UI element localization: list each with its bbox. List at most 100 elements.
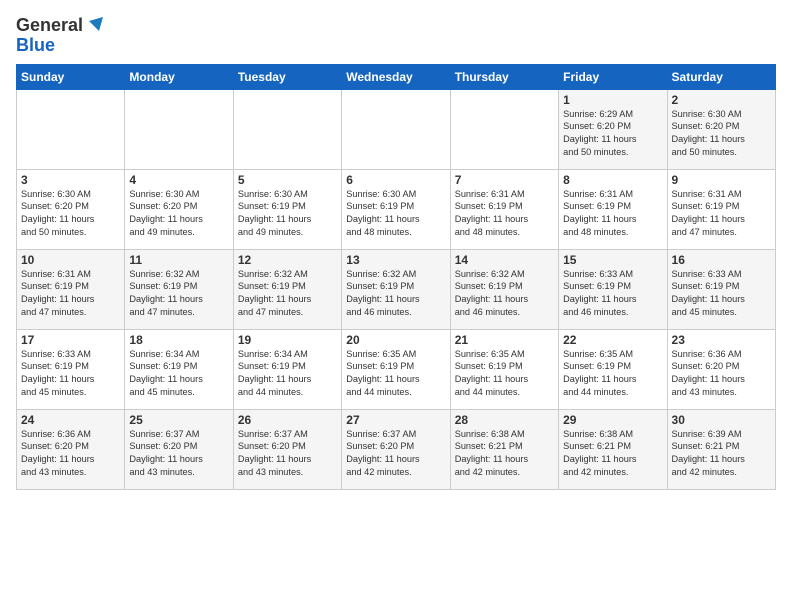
- calendar-empty-cell: [233, 89, 341, 169]
- calendar-day-5: 5Sunrise: 6:30 AM Sunset: 6:19 PM Daylig…: [233, 169, 341, 249]
- day-info: Sunrise: 6:29 AM Sunset: 6:20 PM Dayligh…: [563, 108, 662, 160]
- calendar-day-22: 22Sunrise: 6:35 AM Sunset: 6:19 PM Dayli…: [559, 329, 667, 409]
- day-info: Sunrise: 6:38 AM Sunset: 6:21 PM Dayligh…: [455, 428, 554, 480]
- day-number: 26: [238, 413, 337, 427]
- day-info: Sunrise: 6:30 AM Sunset: 6:19 PM Dayligh…: [346, 188, 445, 240]
- day-number: 23: [672, 333, 771, 347]
- calendar-day-1: 1Sunrise: 6:29 AM Sunset: 6:20 PM Daylig…: [559, 89, 667, 169]
- calendar-day-18: 18Sunrise: 6:34 AM Sunset: 6:19 PM Dayli…: [125, 329, 233, 409]
- calendar-day-8: 8Sunrise: 6:31 AM Sunset: 6:19 PM Daylig…: [559, 169, 667, 249]
- calendar-day-12: 12Sunrise: 6:32 AM Sunset: 6:19 PM Dayli…: [233, 249, 341, 329]
- logo: General Blue: [16, 16, 103, 56]
- calendar-day-24: 24Sunrise: 6:36 AM Sunset: 6:20 PM Dayli…: [17, 409, 125, 489]
- calendar-day-26: 26Sunrise: 6:37 AM Sunset: 6:20 PM Dayli…: [233, 409, 341, 489]
- calendar-day-13: 13Sunrise: 6:32 AM Sunset: 6:19 PM Dayli…: [342, 249, 450, 329]
- day-info: Sunrise: 6:36 AM Sunset: 6:20 PM Dayligh…: [21, 428, 120, 480]
- day-number: 17: [21, 333, 120, 347]
- day-number: 21: [455, 333, 554, 347]
- day-number: 7: [455, 173, 554, 187]
- day-info: Sunrise: 6:32 AM Sunset: 6:19 PM Dayligh…: [455, 268, 554, 320]
- day-info: Sunrise: 6:34 AM Sunset: 6:19 PM Dayligh…: [129, 348, 228, 400]
- day-info: Sunrise: 6:30 AM Sunset: 6:19 PM Dayligh…: [238, 188, 337, 240]
- calendar-week-row: 24Sunrise: 6:36 AM Sunset: 6:20 PM Dayli…: [17, 409, 776, 489]
- weekday-header-saturday: Saturday: [667, 64, 775, 89]
- day-number: 8: [563, 173, 662, 187]
- calendar-empty-cell: [125, 89, 233, 169]
- calendar-day-25: 25Sunrise: 6:37 AM Sunset: 6:20 PM Dayli…: [125, 409, 233, 489]
- day-info: Sunrise: 6:35 AM Sunset: 6:19 PM Dayligh…: [455, 348, 554, 400]
- day-info: Sunrise: 6:34 AM Sunset: 6:19 PM Dayligh…: [238, 348, 337, 400]
- day-info: Sunrise: 6:37 AM Sunset: 6:20 PM Dayligh…: [238, 428, 337, 480]
- day-info: Sunrise: 6:38 AM Sunset: 6:21 PM Dayligh…: [563, 428, 662, 480]
- day-number: 19: [238, 333, 337, 347]
- day-info: Sunrise: 6:32 AM Sunset: 6:19 PM Dayligh…: [346, 268, 445, 320]
- day-number: 18: [129, 333, 228, 347]
- day-number: 25: [129, 413, 228, 427]
- calendar-day-6: 6Sunrise: 6:30 AM Sunset: 6:19 PM Daylig…: [342, 169, 450, 249]
- day-info: Sunrise: 6:35 AM Sunset: 6:19 PM Dayligh…: [346, 348, 445, 400]
- day-number: 20: [346, 333, 445, 347]
- calendar-day-14: 14Sunrise: 6:32 AM Sunset: 6:19 PM Dayli…: [450, 249, 558, 329]
- calendar-day-15: 15Sunrise: 6:33 AM Sunset: 6:19 PM Dayli…: [559, 249, 667, 329]
- day-number: 10: [21, 253, 120, 267]
- day-number: 2: [672, 93, 771, 107]
- day-number: 29: [563, 413, 662, 427]
- day-number: 24: [21, 413, 120, 427]
- calendar-day-16: 16Sunrise: 6:33 AM Sunset: 6:19 PM Dayli…: [667, 249, 775, 329]
- day-number: 11: [129, 253, 228, 267]
- day-number: 1: [563, 93, 662, 107]
- day-info: Sunrise: 6:31 AM Sunset: 6:19 PM Dayligh…: [672, 188, 771, 240]
- day-info: Sunrise: 6:32 AM Sunset: 6:19 PM Dayligh…: [238, 268, 337, 320]
- calendar-week-row: 3Sunrise: 6:30 AM Sunset: 6:20 PM Daylig…: [17, 169, 776, 249]
- calendar-day-7: 7Sunrise: 6:31 AM Sunset: 6:19 PM Daylig…: [450, 169, 558, 249]
- day-number: 6: [346, 173, 445, 187]
- page-header: General Blue: [16, 16, 776, 56]
- calendar-week-row: 17Sunrise: 6:33 AM Sunset: 6:19 PM Dayli…: [17, 329, 776, 409]
- calendar-day-30: 30Sunrise: 6:39 AM Sunset: 6:21 PM Dayli…: [667, 409, 775, 489]
- day-number: 4: [129, 173, 228, 187]
- calendar-empty-cell: [17, 89, 125, 169]
- weekday-header-sunday: Sunday: [17, 64, 125, 89]
- weekday-header-friday: Friday: [559, 64, 667, 89]
- day-info: Sunrise: 6:32 AM Sunset: 6:19 PM Dayligh…: [129, 268, 228, 320]
- calendar-day-27: 27Sunrise: 6:37 AM Sunset: 6:20 PM Dayli…: [342, 409, 450, 489]
- weekday-header-monday: Monday: [125, 64, 233, 89]
- day-number: 30: [672, 413, 771, 427]
- day-info: Sunrise: 6:31 AM Sunset: 6:19 PM Dayligh…: [21, 268, 120, 320]
- logo-general: General: [16, 16, 83, 36]
- weekday-header-thursday: Thursday: [450, 64, 558, 89]
- day-number: 12: [238, 253, 337, 267]
- day-number: 5: [238, 173, 337, 187]
- calendar-empty-cell: [450, 89, 558, 169]
- calendar-day-3: 3Sunrise: 6:30 AM Sunset: 6:20 PM Daylig…: [17, 169, 125, 249]
- calendar-day-2: 2Sunrise: 6:30 AM Sunset: 6:20 PM Daylig…: [667, 89, 775, 169]
- calendar-week-row: 10Sunrise: 6:31 AM Sunset: 6:19 PM Dayli…: [17, 249, 776, 329]
- calendar-day-21: 21Sunrise: 6:35 AM Sunset: 6:19 PM Dayli…: [450, 329, 558, 409]
- day-number: 9: [672, 173, 771, 187]
- day-number: 22: [563, 333, 662, 347]
- day-info: Sunrise: 6:30 AM Sunset: 6:20 PM Dayligh…: [672, 108, 771, 160]
- day-number: 3: [21, 173, 120, 187]
- day-info: Sunrise: 6:37 AM Sunset: 6:20 PM Dayligh…: [129, 428, 228, 480]
- calendar-day-29: 29Sunrise: 6:38 AM Sunset: 6:21 PM Dayli…: [559, 409, 667, 489]
- day-number: 27: [346, 413, 445, 427]
- day-info: Sunrise: 6:31 AM Sunset: 6:19 PM Dayligh…: [455, 188, 554, 240]
- weekday-header-wednesday: Wednesday: [342, 64, 450, 89]
- calendar-day-4: 4Sunrise: 6:30 AM Sunset: 6:20 PM Daylig…: [125, 169, 233, 249]
- day-number: 14: [455, 253, 554, 267]
- calendar-empty-cell: [342, 89, 450, 169]
- day-number: 28: [455, 413, 554, 427]
- calendar-header-row: SundayMondayTuesdayWednesdayThursdayFrid…: [17, 64, 776, 89]
- logo-triangle-icon: [85, 17, 103, 35]
- calendar-day-9: 9Sunrise: 6:31 AM Sunset: 6:19 PM Daylig…: [667, 169, 775, 249]
- day-info: Sunrise: 6:33 AM Sunset: 6:19 PM Dayligh…: [672, 268, 771, 320]
- logo-blue: Blue: [16, 36, 55, 56]
- day-info: Sunrise: 6:30 AM Sunset: 6:20 PM Dayligh…: [21, 188, 120, 240]
- day-info: Sunrise: 6:39 AM Sunset: 6:21 PM Dayligh…: [672, 428, 771, 480]
- calendar-day-11: 11Sunrise: 6:32 AM Sunset: 6:19 PM Dayli…: [125, 249, 233, 329]
- day-number: 16: [672, 253, 771, 267]
- calendar-day-20: 20Sunrise: 6:35 AM Sunset: 6:19 PM Dayli…: [342, 329, 450, 409]
- day-info: Sunrise: 6:31 AM Sunset: 6:19 PM Dayligh…: [563, 188, 662, 240]
- weekday-header-tuesday: Tuesday: [233, 64, 341, 89]
- day-info: Sunrise: 6:33 AM Sunset: 6:19 PM Dayligh…: [21, 348, 120, 400]
